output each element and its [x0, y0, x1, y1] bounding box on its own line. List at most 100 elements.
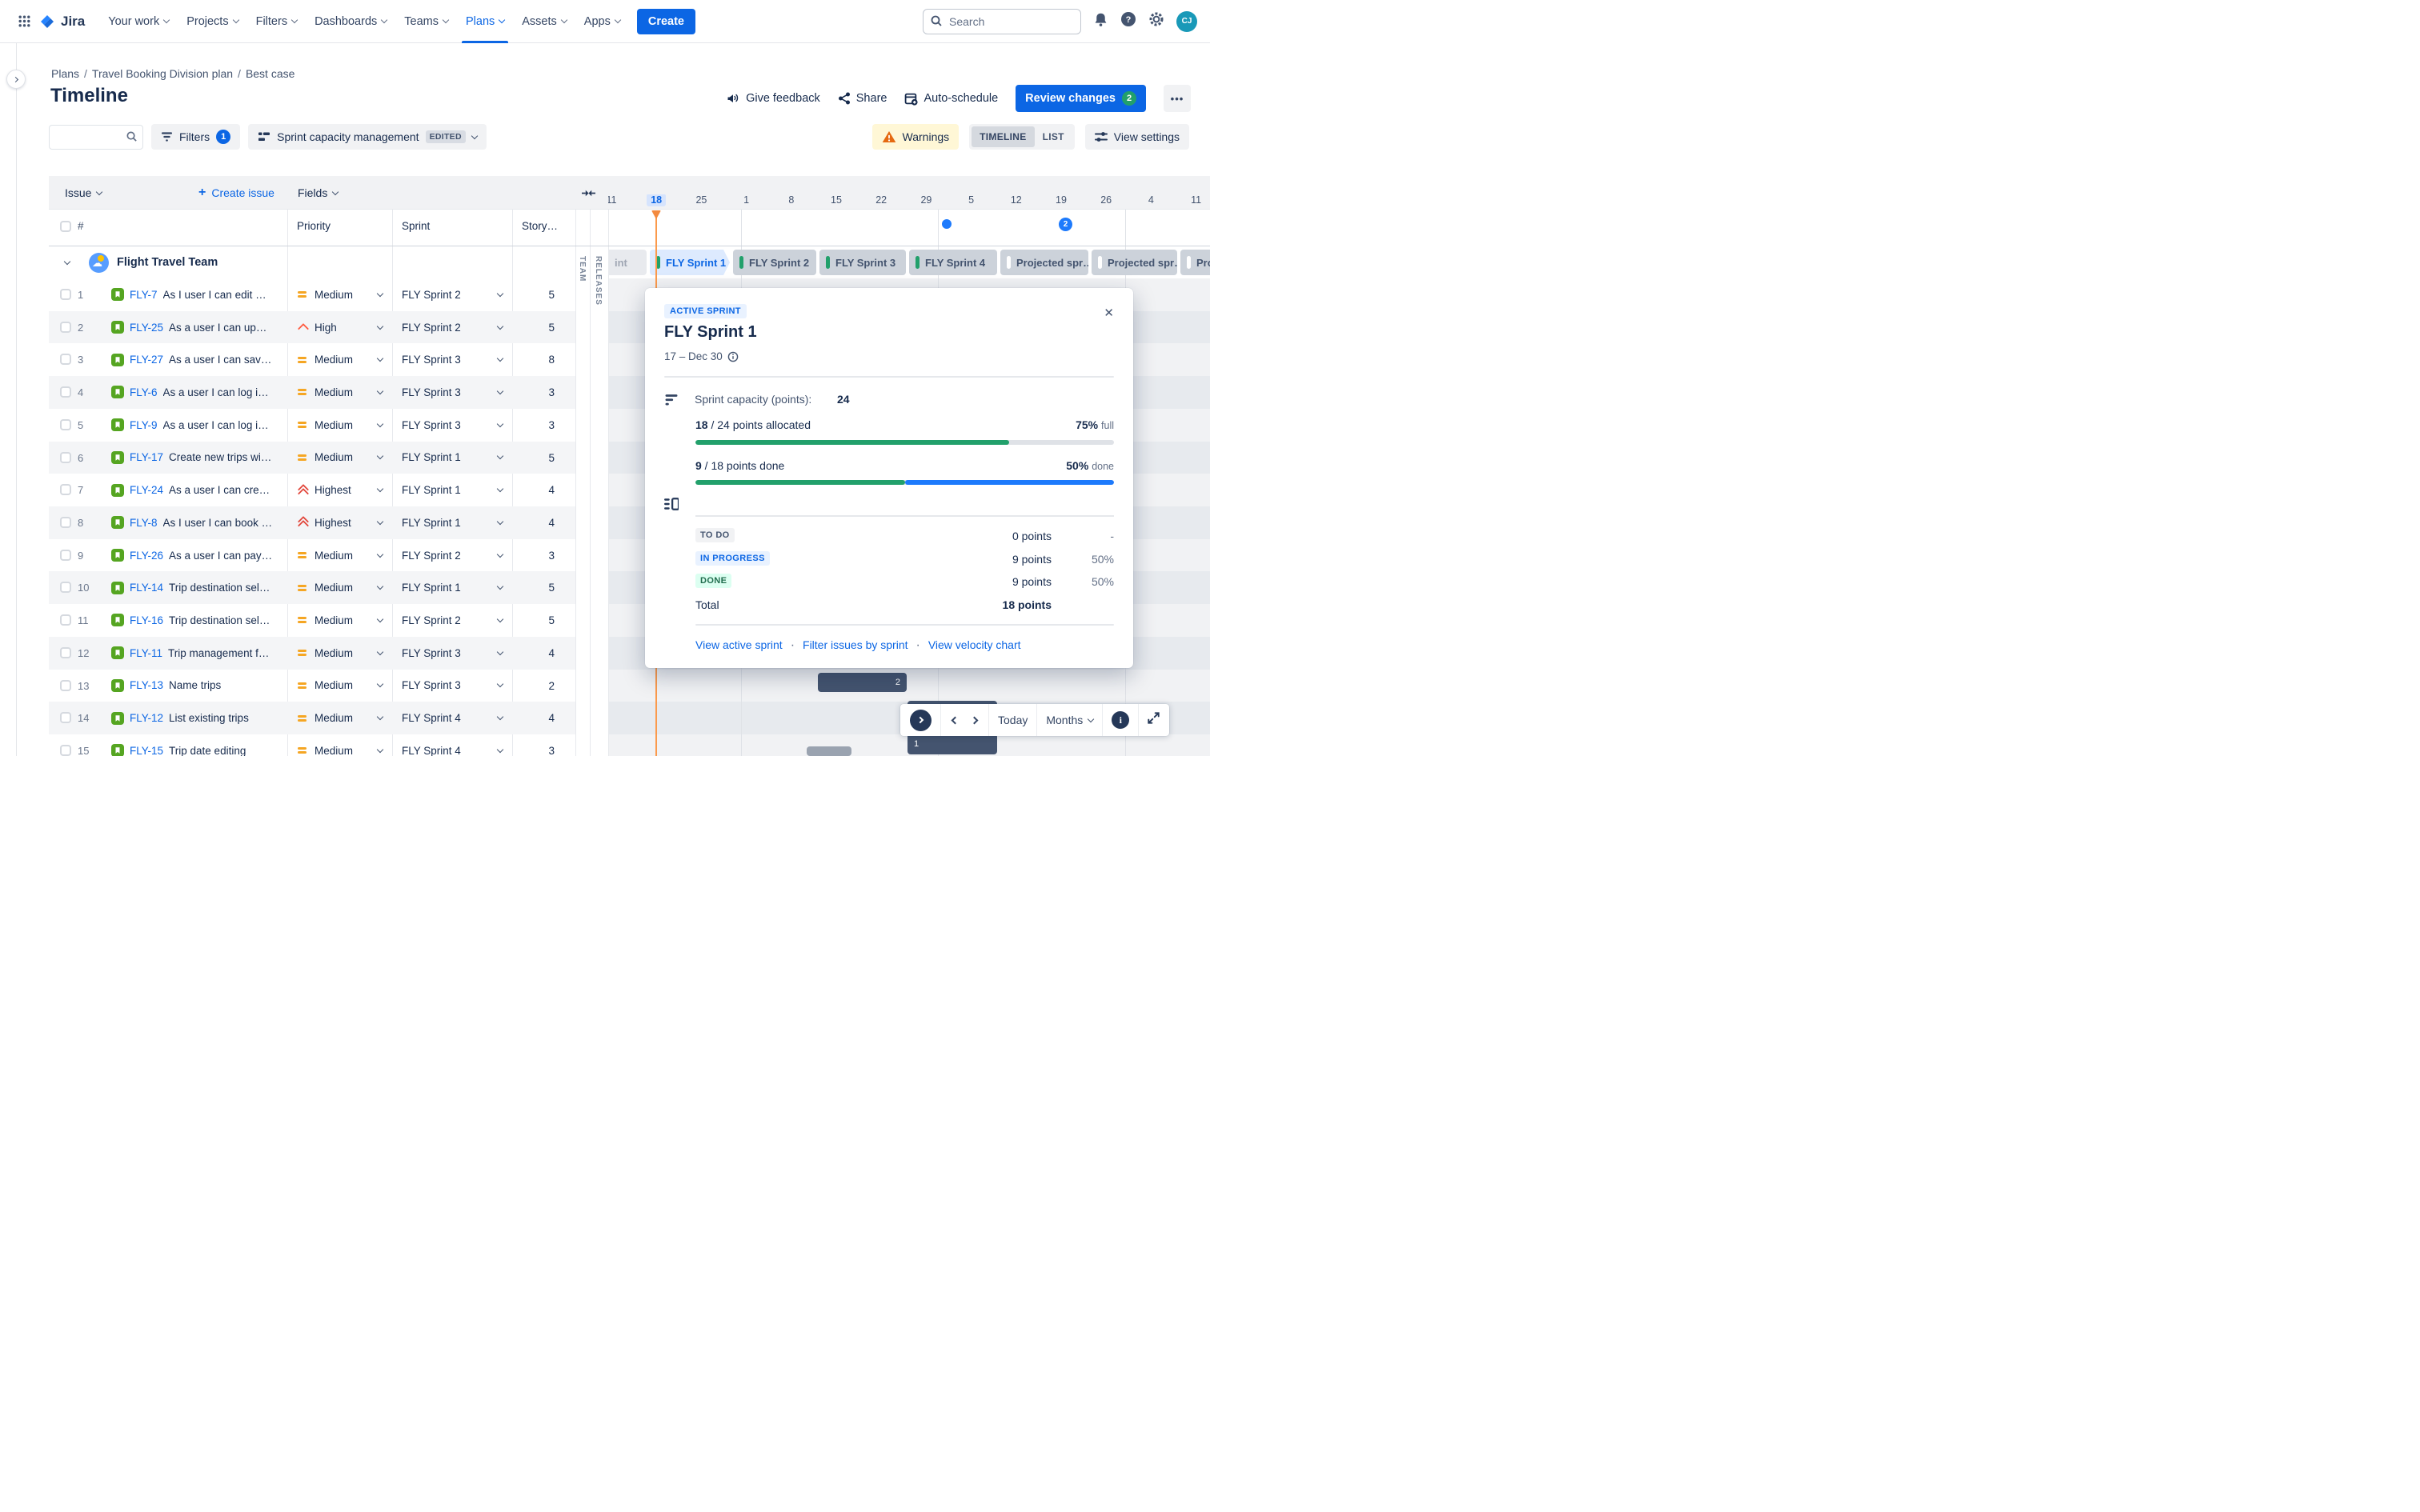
sprint-select[interactable]: FLY Sprint 4 [392, 734, 512, 756]
share-button[interactable]: Share [838, 92, 887, 105]
sprint-chip[interactable]: FLY Sprint 2 [733, 250, 816, 275]
priority-select[interactable]: Medium [287, 571, 392, 604]
priority-select[interactable]: Medium [287, 376, 392, 409]
timeline-toggle[interactable]: TIMELINE [972, 126, 1035, 147]
row-checkbox[interactable] [60, 418, 71, 430]
issue-key-link[interactable]: FLY-11 [130, 647, 162, 659]
row-checkbox[interactable] [60, 614, 71, 626]
row-checkbox[interactable] [60, 679, 71, 691]
nav-item[interactable]: Dashboards [306, 0, 395, 43]
today-button[interactable]: Today [998, 714, 1028, 726]
zoom-level-select[interactable]: Months [1046, 714, 1095, 726]
settings-gear-icon[interactable] [1148, 11, 1164, 31]
row-checkbox[interactable] [60, 646, 71, 658]
row-checkbox[interactable] [60, 386, 71, 398]
help-icon[interactable]: ? [1120, 11, 1136, 31]
priority-select[interactable]: Medium [287, 343, 392, 376]
popup-link[interactable]: Filter issues by sprint [803, 638, 908, 651]
view-settings-button[interactable]: View settings [1084, 124, 1189, 150]
priority-select[interactable]: Highest [287, 506, 392, 539]
nav-item[interactable]: Your work [99, 0, 178, 43]
warnings-button[interactable]: Warnings [871, 124, 960, 150]
gantt-bar[interactable]: 1 [908, 734, 997, 754]
collapse-fields-button[interactable] [582, 176, 595, 210]
row-checkbox[interactable] [60, 549, 71, 561]
issue-key-link[interactable]: FLY-15 [130, 745, 163, 756]
fullscreen-icon[interactable] [1148, 712, 1160, 728]
sprint-select[interactable]: FLY Sprint 1 [392, 474, 512, 506]
filters-button[interactable]: Filters 1 [151, 124, 241, 150]
nav-item[interactable]: Assets [513, 0, 575, 43]
priority-select[interactable]: Medium [287, 734, 392, 756]
issue-key-link[interactable]: FLY-13 [130, 679, 163, 691]
notifications-bell-icon[interactable] [1093, 12, 1108, 31]
app-switcher-icon[interactable] [13, 10, 35, 33]
nav-item[interactable]: Plans [457, 0, 513, 43]
row-checkbox[interactable] [60, 451, 71, 463]
info-icon[interactable] [727, 351, 739, 362]
priority-select[interactable]: Medium [287, 637, 392, 670]
priority-select[interactable]: Medium [287, 604, 392, 637]
issue-key-link[interactable]: FLY-16 [130, 614, 163, 626]
sprint-select[interactable]: FLY Sprint 1 [392, 506, 512, 539]
sprint-chip[interactable]: Projected spr… [1092, 250, 1177, 275]
issue-key-link[interactable]: FLY-24 [130, 484, 163, 496]
sprint-chip[interactable]: FLY Sprint 4 [909, 250, 997, 275]
issue-key-link[interactable]: FLY-8 [130, 517, 158, 529]
sprint-select[interactable]: FLY Sprint 2 [392, 278, 512, 311]
search-input[interactable] [923, 8, 1081, 34]
popup-link[interactable]: View velocity chart [928, 638, 1021, 651]
sprint-select[interactable]: FLY Sprint 2 [392, 604, 512, 637]
user-avatar[interactable]: CJ [1176, 10, 1197, 32]
nav-item[interactable]: Apps [575, 0, 629, 43]
sprint-select[interactable]: FLY Sprint 1 [392, 571, 512, 604]
info-button[interactable]: i [1112, 711, 1130, 729]
scroll-left-button[interactable] [950, 713, 960, 727]
issue-key-link[interactable]: FLY-26 [130, 550, 163, 562]
more-actions-button[interactable]: ••• [1164, 85, 1191, 112]
create-button[interactable]: Create [636, 8, 695, 34]
sprint-select[interactable]: FLY Sprint 2 [392, 539, 512, 572]
row-checkbox[interactable] [60, 516, 71, 528]
give-feedback-button[interactable]: Give feedback [727, 92, 820, 105]
team-group-row[interactable]: ☁ Flight Travel Team [49, 246, 575, 278]
issue-key-link[interactable]: FLY-6 [130, 386, 158, 398]
sprint-select[interactable]: FLY Sprint 1 [392, 442, 512, 474]
priority-select[interactable]: High [287, 311, 392, 344]
issue-key-link[interactable]: FLY-17 [130, 451, 163, 463]
review-changes-button[interactable]: Review changes 2 [1016, 85, 1146, 112]
nav-item[interactable]: Filters [247, 0, 306, 43]
sprint-select[interactable]: FLY Sprint 2 [392, 311, 512, 344]
issue-key-link[interactable]: FLY-12 [130, 712, 163, 724]
priority-select[interactable]: Highest [287, 474, 392, 506]
sprint-chip[interactable]: FLY Sprint 1 [650, 250, 730, 275]
issue-key-link[interactable]: FLY-7 [130, 289, 158, 301]
view-selector[interactable]: Sprint capacity management EDITED [248, 124, 487, 150]
priority-select[interactable]: Medium [287, 539, 392, 572]
breadcrumb-link[interactable]: Best case [246, 67, 294, 80]
sprint-select[interactable]: FLY Sprint 3 [392, 376, 512, 409]
priority-select[interactable]: Medium [287, 278, 392, 311]
scroll-right-button[interactable] [969, 713, 980, 727]
issue-key-link[interactable]: FLY-25 [130, 322, 163, 334]
priority-select[interactable]: Medium [287, 442, 392, 474]
row-checkbox[interactable] [60, 582, 71, 594]
sprint-select[interactable]: FLY Sprint 3 [392, 670, 512, 702]
release-marker-badge[interactable]: 2 [1059, 218, 1072, 231]
jira-logo[interactable]: Jira [38, 13, 85, 30]
issue-key-link[interactable]: FLY-9 [130, 419, 158, 431]
row-checkbox[interactable] [60, 744, 71, 756]
sprint-chip[interactable]: int [608, 250, 647, 275]
priority-select[interactable]: Medium [287, 409, 392, 442]
sprint-select[interactable]: FLY Sprint 3 [392, 637, 512, 670]
collapse-group-icon[interactable] [63, 258, 71, 265]
sprint-select[interactable]: FLY Sprint 3 [392, 343, 512, 376]
priority-select[interactable]: Medium [287, 670, 392, 702]
sprint-chip[interactable]: Proj… [1180, 250, 1210, 275]
sprint-select[interactable]: FLY Sprint 4 [392, 702, 512, 734]
select-all-checkbox[interactable] [60, 221, 71, 232]
nav-item[interactable]: Teams [395, 0, 457, 43]
release-marker-dot[interactable] [942, 219, 952, 229]
breadcrumb-link[interactable]: Plans [51, 67, 79, 80]
expand-panel-button[interactable] [910, 709, 932, 731]
